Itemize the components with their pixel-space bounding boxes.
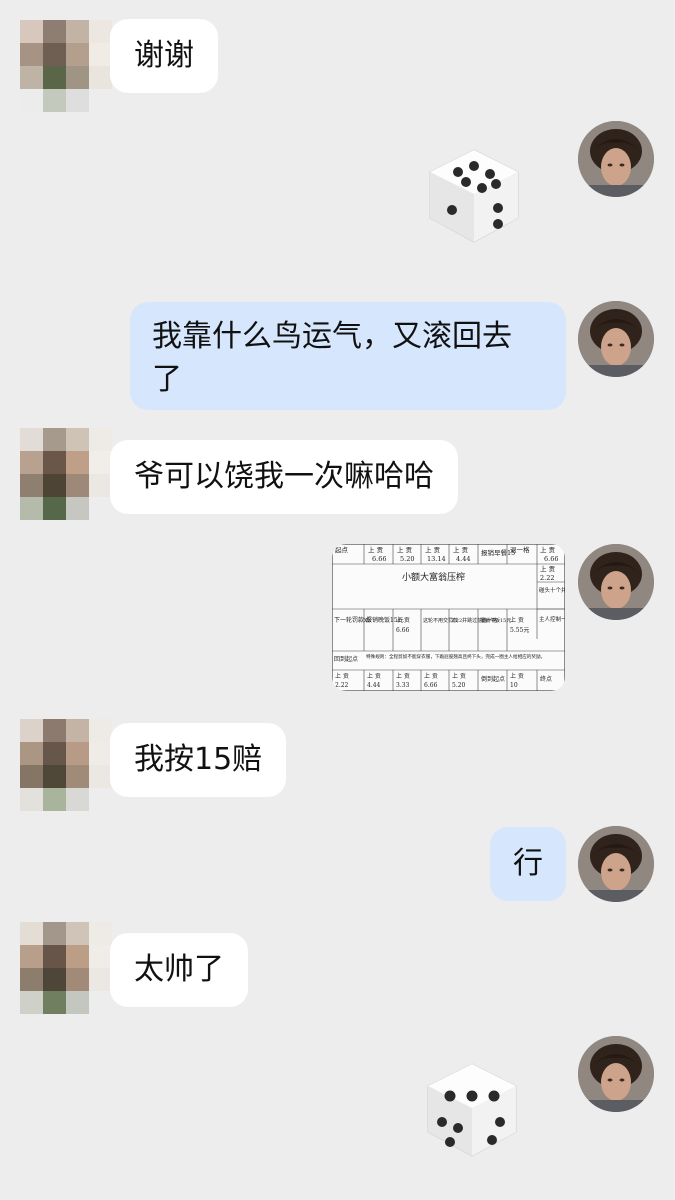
user-avatar[interactable] — [578, 121, 654, 197]
screenshot-cell: 上 贡 — [367, 672, 381, 680]
screenshot-cell: 2.22 — [335, 682, 349, 689]
screenshot-cell: 上 贡 — [453, 545, 469, 554]
chat-thread: 谢谢 我靠什么鸟运气，又滚回去 了 爷可以饶我一次嘛哈哈 起点 上 贡 6.66… — [0, 0, 675, 1200]
message-bubble[interactable]: 太帅了 — [110, 933, 248, 1007]
user-avatar[interactable] — [578, 301, 654, 377]
screenshot-cell: 上 贡 — [452, 672, 466, 680]
screenshot-cell: 4.44 — [456, 555, 470, 563]
screenshot-cell: 2.22 — [540, 574, 554, 582]
dice-message[interactable] — [420, 1058, 524, 1162]
screenshot-cell: 4.44 — [367, 682, 381, 689]
screenshot-cell: 6.66 — [544, 555, 558, 563]
contact-avatar[interactable] — [20, 428, 112, 520]
screenshot-cell: 终点 — [540, 675, 552, 683]
screenshot-cell: 上 贡 — [425, 545, 441, 554]
screenshot-cell: 上 贡 — [335, 672, 349, 680]
message-bubble[interactable]: 爷可以饶我一次嘛哈哈 — [110, 440, 458, 514]
screenshot-cell: 5.55元 — [510, 627, 529, 634]
image-message[interactable]: 起点 上 贡 6.66 上 贡 5.20 上 贡 13.14 上 贡 4.44 … — [332, 544, 565, 691]
user-avatar[interactable] — [578, 1036, 654, 1112]
screenshot-rule: 特殊规则：全程剪奴不能穿衣服，下跪屁股翘高且终下头，完成一圈主人给相应的奖励。 — [366, 653, 545, 660]
screenshot-title: 小额大富翁压榨 — [402, 571, 465, 583]
screenshot-cell: 上 贡 — [510, 616, 524, 624]
message-bubble[interactable]: 谢谢 — [110, 19, 218, 93]
message-line: 我靠什么鸟运气，又滚回去 — [152, 319, 512, 354]
contact-avatar[interactable] — [20, 922, 112, 1014]
screenshot-cell: 5.20 — [400, 555, 414, 563]
contact-avatar[interactable] — [20, 719, 112, 811]
screenshot-cell: 10 — [510, 682, 518, 689]
screenshot-cell: 6.66 — [424, 682, 438, 689]
screenshot-cell: 倒到起点 — [481, 675, 505, 683]
screenshot-cell: 上 贡 — [396, 616, 410, 624]
screenshot-cell: 上 贡 — [424, 672, 438, 680]
screenshot-cell: 5.20 — [452, 682, 466, 689]
screenshot-cell: 回到起点 — [334, 655, 358, 663]
screenshot-cell: 13.14 — [427, 555, 446, 563]
screenshot-cell: 主人控制一次点数 — [539, 615, 565, 623]
screenshot-cell: 报销午饭15元 — [480, 617, 511, 624]
screenshot-cell: 起点 — [335, 546, 349, 554]
user-avatar[interactable] — [578, 826, 654, 902]
dice-message[interactable] — [422, 144, 526, 248]
screenshot-cell: 上 贡 — [510, 672, 524, 680]
screenshot-cell: 6.66 — [396, 627, 410, 634]
message-line: 了 — [152, 362, 182, 397]
screenshot-cell: 碰头十个并回到起点 — [539, 586, 565, 594]
message-bubble[interactable]: 我靠什么鸟运气，又滚回去 了 — [130, 302, 566, 410]
message-bubble[interactable]: 我按15赔 — [110, 723, 287, 797]
message-bubble[interactable]: 行 — [490, 827, 566, 901]
screenshot-cell: 上 贡 — [397, 545, 413, 554]
screenshot-cell: 上 贡 — [396, 672, 410, 680]
contact-avatar[interactable] — [20, 20, 112, 112]
screenshot-cell: 退一格 — [510, 545, 530, 554]
screenshot-cell: 上 贡 — [540, 545, 556, 554]
screenshot-cell: 6.66 — [372, 555, 386, 563]
screenshot-cell: 3.33 — [396, 682, 410, 689]
user-avatar[interactable] — [578, 544, 654, 620]
screenshot-cell: 上 贡 — [540, 564, 556, 573]
screenshot-cell: 上 贡 — [368, 545, 384, 554]
